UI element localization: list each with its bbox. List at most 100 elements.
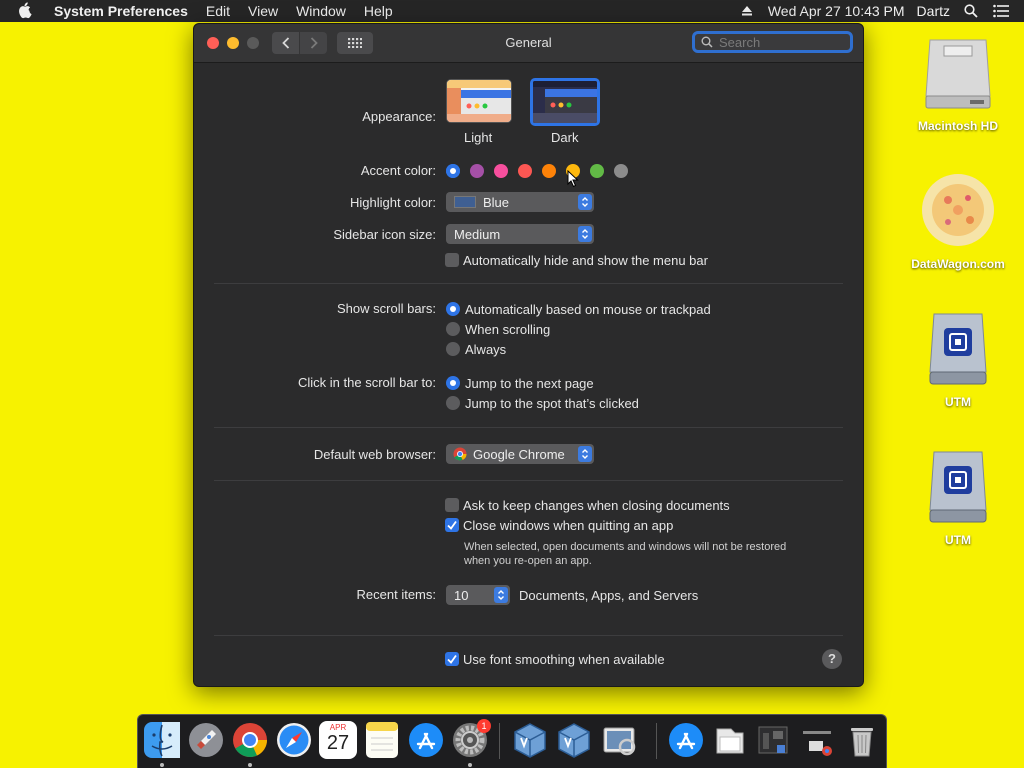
menu-app-name[interactable]: System Preferences bbox=[54, 3, 188, 19]
running-indicator bbox=[248, 763, 252, 767]
dock-calendar[interactable]: APR 27 bbox=[319, 721, 357, 759]
sidebar-icon-size-popup[interactable]: Medium bbox=[446, 224, 594, 244]
search-field[interactable] bbox=[692, 31, 853, 53]
popup-arrows-icon bbox=[578, 226, 592, 242]
dock-documents-stack[interactable] bbox=[711, 721, 749, 759]
desktop-icon-macintosh-hd[interactable]: Macintosh HD bbox=[908, 34, 1008, 133]
scroll-bars-when-scrolling-radio[interactable] bbox=[446, 322, 460, 336]
scroll-bars-when-scrolling-label: When scrolling bbox=[465, 322, 551, 337]
accent-color-swatch[interactable] bbox=[542, 164, 556, 178]
separator bbox=[214, 480, 843, 481]
checkmark-icon bbox=[447, 654, 457, 664]
light-appearance-preview-icon bbox=[447, 80, 511, 122]
trash-icon bbox=[851, 728, 873, 757]
separator bbox=[214, 635, 843, 636]
auto-hide-menu-bar-checkbox[interactable] bbox=[445, 253, 459, 267]
finder-icon bbox=[144, 722, 180, 758]
separator bbox=[214, 283, 843, 284]
desktop-icon-label: UTM bbox=[945, 533, 971, 547]
menu-view[interactable]: View bbox=[248, 3, 278, 19]
scroll-bars-always-label: Always bbox=[465, 342, 507, 357]
app-store-icon bbox=[409, 723, 443, 757]
accent-color-swatch[interactable] bbox=[494, 164, 508, 178]
dock: APR 27 1 bbox=[137, 714, 887, 768]
dock-virtualbox-1[interactable] bbox=[511, 721, 549, 759]
accent-color-swatch[interactable] bbox=[614, 164, 628, 178]
default-browser-value: Google Chrome bbox=[473, 446, 565, 462]
appearance-light-option[interactable] bbox=[446, 79, 512, 123]
close-windows-checkbox[interactable] bbox=[445, 518, 459, 532]
screenshot-stack-icon bbox=[758, 726, 788, 754]
scroll-bars-always-radio[interactable] bbox=[446, 342, 460, 356]
dock-system-preferences[interactable]: 1 bbox=[451, 719, 491, 759]
font-smoothing-label: Use font smoothing when available bbox=[463, 652, 665, 667]
desktop-icon-utm-1[interactable]: UTM bbox=[908, 312, 1008, 409]
highlight-color-value: Blue bbox=[483, 194, 510, 210]
title-bar[interactable]: General bbox=[194, 24, 863, 63]
dock-safari[interactable] bbox=[275, 721, 313, 759]
desktop-icon-label: Macintosh HD bbox=[917, 119, 998, 133]
dock-separator bbox=[499, 723, 500, 759]
desktop-icon-label: UTM bbox=[945, 395, 971, 409]
menu-edit[interactable]: Edit bbox=[206, 3, 230, 19]
sidebar-icon-size-label: Sidebar icon size: bbox=[333, 227, 436, 242]
menu-user[interactable]: Dartz bbox=[917, 3, 950, 19]
accent-color-swatch[interactable] bbox=[590, 164, 604, 178]
menu-clock[interactable]: Wed Apr 27 10:43 PM bbox=[768, 3, 905, 19]
highlight-color-label: Highlight color: bbox=[350, 195, 436, 210]
menu-help[interactable]: Help bbox=[364, 3, 393, 19]
jump-spot-clicked-radio[interactable] bbox=[446, 396, 460, 410]
jump-spot-clicked-label: Jump to the spot that’s clicked bbox=[465, 396, 639, 411]
recent-items-popup[interactable]: 10 bbox=[446, 585, 510, 605]
default-browser-popup[interactable]: Google Chrome bbox=[446, 444, 594, 464]
accent-color-swatch[interactable] bbox=[446, 164, 460, 178]
appearance-dark-option[interactable] bbox=[530, 78, 600, 126]
font-smoothing-checkbox[interactable] bbox=[445, 652, 459, 666]
accent-color-swatch[interactable] bbox=[518, 164, 532, 178]
eject-icon[interactable] bbox=[738, 2, 756, 20]
appearance-dark-label: Dark bbox=[551, 130, 579, 145]
notification-center-icon[interactable] bbox=[992, 2, 1010, 20]
dock-virtualbox-2[interactable] bbox=[555, 721, 593, 759]
general-preferences-window: General Appearance: Light bbox=[193, 23, 864, 687]
jump-next-page-radio[interactable] bbox=[446, 376, 460, 390]
auto-hide-menu-bar-label: Automatically hide and show the menu bar bbox=[463, 253, 708, 268]
recent-items-suffix: Documents, Apps, and Servers bbox=[519, 588, 699, 603]
spotlight-search-icon[interactable] bbox=[962, 2, 980, 20]
appearance-light-label: Light bbox=[464, 130, 493, 145]
scroll-bars-auto-radio[interactable] bbox=[446, 302, 460, 316]
highlight-color-popup[interactable]: Blue bbox=[446, 192, 594, 212]
dock-preview[interactable] bbox=[601, 721, 639, 759]
dock-downloads-stack[interactable] bbox=[799, 721, 837, 759]
dock-chrome[interactable] bbox=[231, 721, 269, 759]
close-windows-note-line1: When selected, open documents and window… bbox=[464, 541, 787, 553]
dock-launchpad[interactable] bbox=[187, 721, 225, 759]
running-indicator bbox=[160, 763, 164, 767]
dock-finder[interactable] bbox=[143, 721, 181, 759]
dock-app-store[interactable] bbox=[407, 721, 445, 759]
preview-photos-icon bbox=[603, 727, 636, 756]
ask-keep-changes-label: Ask to keep changes when closing documen… bbox=[463, 498, 730, 513]
dock-notes[interactable] bbox=[363, 721, 401, 759]
dock-trash[interactable] bbox=[843, 721, 881, 759]
virtualbox-cube-icon bbox=[558, 723, 590, 758]
safari-compass-icon bbox=[277, 723, 311, 757]
utm-disk-icon bbox=[929, 313, 987, 385]
dock-app-store-folder[interactable] bbox=[667, 721, 705, 759]
apple-menu-icon[interactable] bbox=[18, 2, 42, 20]
desktop-icon-utm-2[interactable]: UTM bbox=[908, 450, 1008, 547]
dock-screenshots-stack[interactable] bbox=[755, 721, 793, 759]
close-windows-label: Close windows when quitting an app bbox=[463, 518, 674, 533]
desktop-icon-datawagon[interactable]: DataWagon.com bbox=[908, 170, 1008, 271]
menu-window[interactable]: Window bbox=[296, 3, 346, 19]
popup-arrows-icon bbox=[494, 587, 508, 603]
ask-keep-changes-checkbox[interactable] bbox=[445, 498, 459, 512]
running-indicator bbox=[468, 763, 472, 767]
popup-arrows-icon bbox=[578, 446, 592, 462]
help-button[interactable]: ? bbox=[822, 649, 842, 669]
search-input[interactable] bbox=[717, 33, 841, 51]
hard-drive-icon bbox=[925, 39, 991, 109]
accent-color-swatch[interactable] bbox=[470, 164, 484, 178]
downloads-stack-icon bbox=[803, 731, 832, 756]
highlight-swatch bbox=[454, 196, 476, 208]
